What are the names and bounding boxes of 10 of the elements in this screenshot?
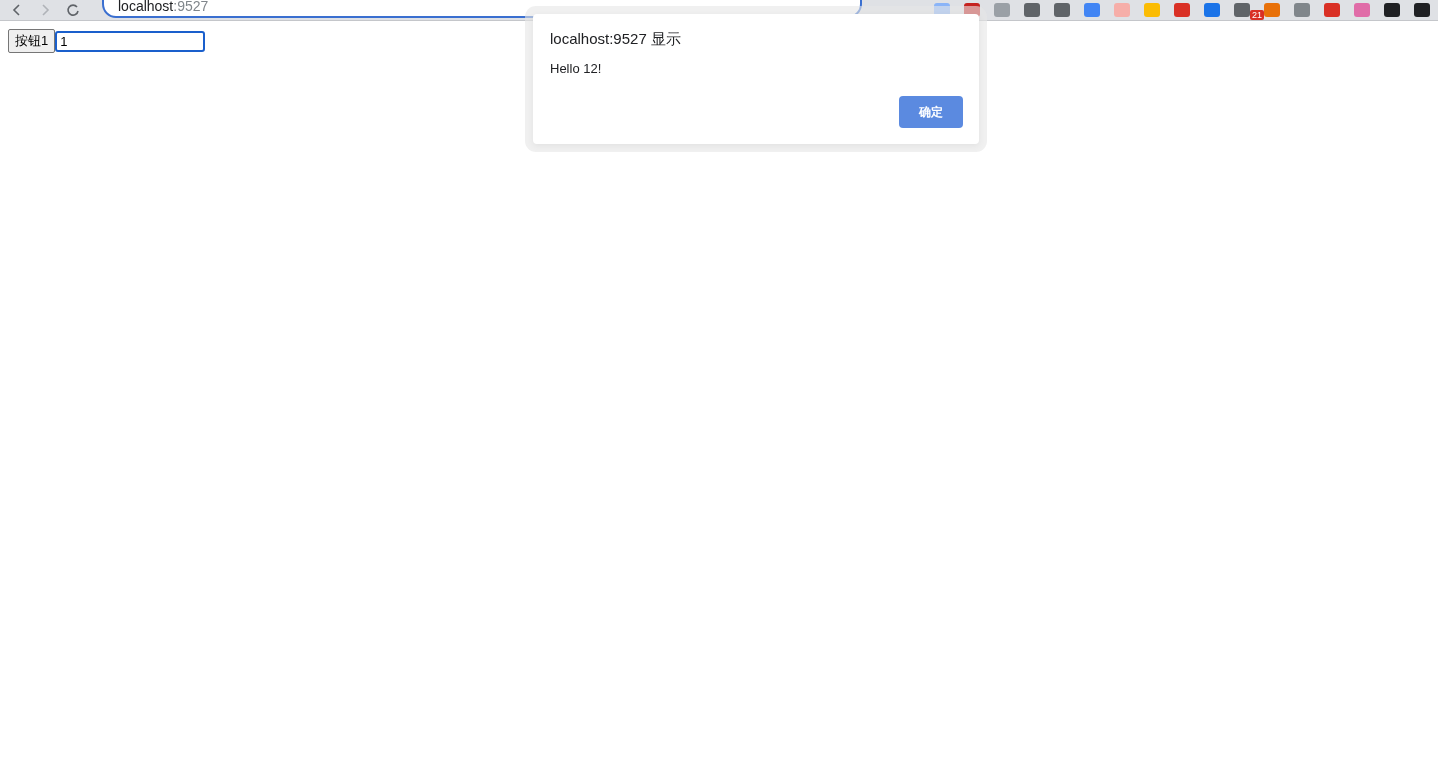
extension-icon[interactable]	[1384, 3, 1400, 17]
dialog-message: Hello 12!	[550, 61, 603, 76]
text-input[interactable]: 1	[55, 30, 206, 52]
page-button[interactable]: 按钮1	[8, 29, 56, 53]
extension-badge: 21	[1250, 10, 1264, 20]
address-bar[interactable]: localhost:9527	[102, 0, 862, 18]
dialog-title: localhost:9527 显示	[550, 30, 682, 49]
url-text: localhost:9527	[118, 0, 209, 13]
reload-icon[interactable]	[66, 3, 80, 17]
extension-icon[interactable]	[1414, 3, 1430, 17]
